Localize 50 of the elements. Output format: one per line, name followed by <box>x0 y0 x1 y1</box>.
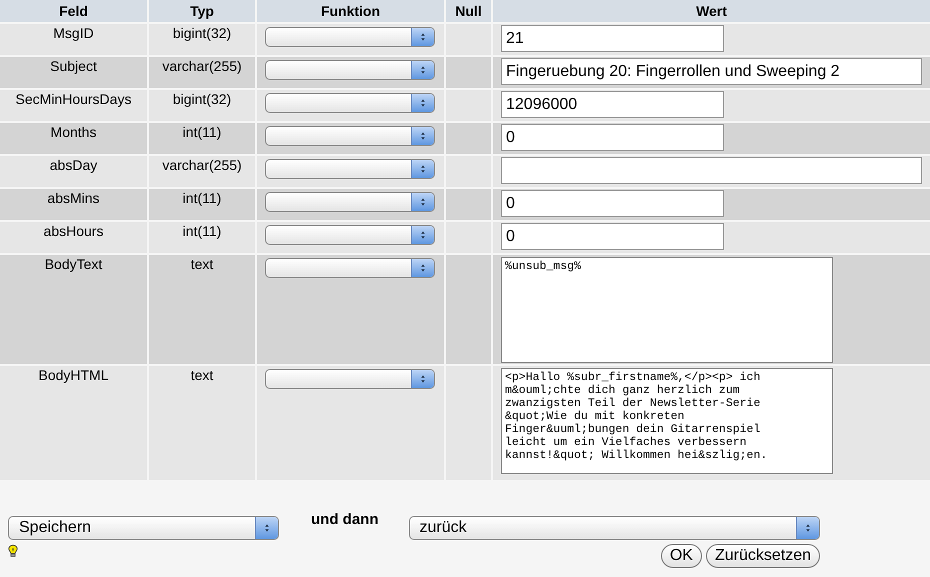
text-area[interactable]: <p>Hallo %subr_firstname%,</p><p> ich m&ouml;chte dich ganz herzlich zum zwanzigsten Teil der Newsletter-Serie &quot;Wie du mit konkreten Finger&uuml;bungen dein Gitarrenspiel leicht um ein Vielfaches verbessern kannst!&quot; Willkommen hei&szlig;en. <box>501 368 833 474</box>
table-cell: absHours <box>0 222 147 253</box>
table-cell <box>446 189 491 220</box>
table-cell <box>446 57 491 88</box>
column-header: Wert <box>493 0 930 22</box>
connector-label: und dann <box>311 511 378 528</box>
column-header: Funktion <box>257 0 444 22</box>
function-select[interactable] <box>265 93 435 113</box>
table-cell: bigint(32) <box>149 90 255 121</box>
function-select[interactable] <box>265 192 435 212</box>
table-cell <box>446 123 491 154</box>
table-cell: absDay <box>0 156 147 187</box>
function-select[interactable] <box>265 126 435 146</box>
table-cell: int(11) <box>149 123 255 154</box>
input-field[interactable]: 21 <box>501 25 724 52</box>
function-select[interactable] <box>265 27 435 47</box>
table-cell: bigint(32) <box>149 24 255 55</box>
input-field[interactable]: 0 <box>501 124 724 151</box>
table-cell: text <box>149 366 255 480</box>
table-cell: varchar(255) <box>149 156 255 187</box>
action-select[interactable]: Speichern <box>8 516 279 540</box>
after-select[interactable]: zurück <box>408 516 820 540</box>
table-cell: int(11) <box>149 222 255 253</box>
function-select[interactable] <box>265 369 435 389</box>
input-field[interactable] <box>501 157 922 184</box>
column-header: Null <box>446 0 491 22</box>
input-field[interactable]: 12096000 <box>501 91 724 118</box>
table-cell: absMins <box>0 189 147 220</box>
form-button[interactable]: OK <box>660 544 702 568</box>
table-cell: Subject <box>0 57 147 88</box>
table-cell: SecMinHoursDays <box>0 90 147 121</box>
input-field[interactable]: Fingeruebung 20: Fingerrollen und Sweeping 2 <box>501 58 922 85</box>
function-select[interactable] <box>265 225 435 245</box>
input-field[interactable]: 0 <box>501 223 724 250</box>
text-area[interactable]: %unsub_msg% <box>501 257 833 363</box>
table-cell: BodyText <box>0 255 147 364</box>
column-header: Feld <box>0 0 147 22</box>
table-cell: varchar(255) <box>149 57 255 88</box>
input-field[interactable]: 0 <box>501 190 724 217</box>
table-cell: Months <box>0 123 147 154</box>
function-select[interactable] <box>265 60 435 80</box>
function-select[interactable] <box>265 159 435 179</box>
table-cell: MsgID <box>0 24 147 55</box>
function-select[interactable] <box>265 258 435 278</box>
column-header: Typ <box>149 0 255 22</box>
table-cell: int(11) <box>149 189 255 220</box>
form-button[interactable]: Zurücksetzen <box>706 544 820 568</box>
table-cell: BodyHTML <box>0 366 147 480</box>
table-cell: text <box>149 255 255 364</box>
lightbulb-icon <box>8 544 18 558</box>
